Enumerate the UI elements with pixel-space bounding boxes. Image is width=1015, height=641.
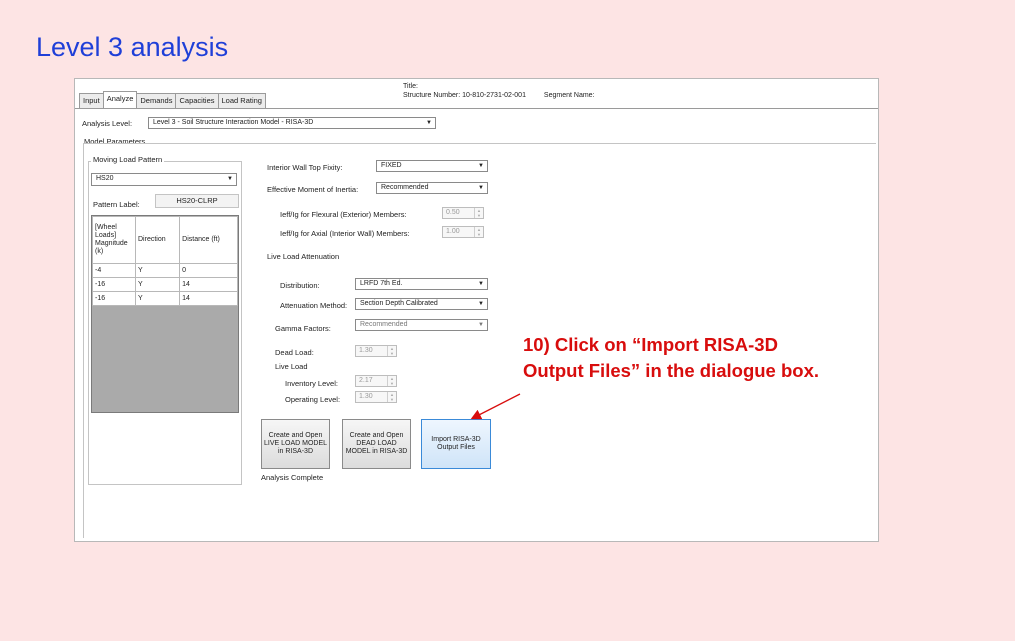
arrow-line [470,393,521,420]
callout-arrow [470,393,521,420]
